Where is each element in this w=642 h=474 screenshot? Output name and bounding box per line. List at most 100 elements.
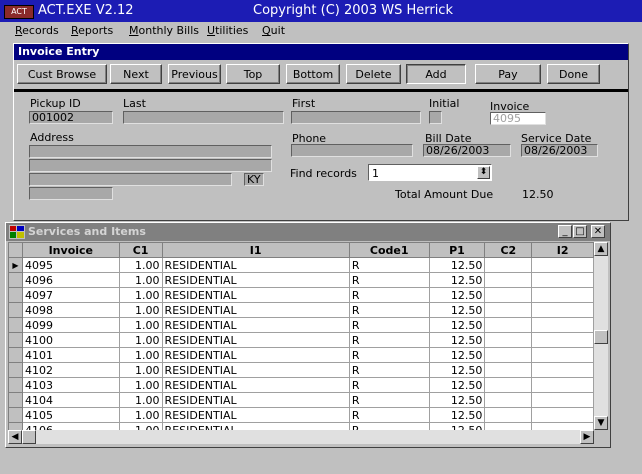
cell-code1[interactable]: R (348, 272, 430, 288)
row-selector[interactable] (8, 332, 23, 348)
table-row[interactable]: ▶ 4095 1.00 RESIDENTIAL R 12.50 (8, 257, 594, 273)
cell-i1[interactable]: RESIDENTIAL (161, 347, 350, 363)
cell-code1[interactable]: R (348, 377, 430, 393)
cell-c1[interactable]: 1.00 (118, 377, 163, 393)
close-icon[interactable]: ✕ (591, 225, 605, 238)
cell-i1[interactable]: RESIDENTIAL (161, 332, 350, 348)
cell-i2[interactable] (531, 407, 594, 423)
column-header-c1[interactable]: C1 (118, 242, 163, 258)
table-row[interactable]: 4103 1.00 RESIDENTIAL R 12.50 (8, 377, 594, 393)
cell-i2[interactable] (531, 377, 594, 393)
phone-field[interactable] (291, 144, 413, 157)
table-row[interactable]: 4105 1.00 RESIDENTIAL R 12.50 (8, 407, 594, 423)
services-grid[interactable]: Invoice C1 I1 Code1 P1 C2 I2 ▶ 4095 1.00 RE… (8, 242, 594, 430)
horizontal-scrollbar[interactable]: ◀ ▶ (8, 430, 594, 444)
top-button[interactable]: Top (226, 64, 280, 84)
cell-code1[interactable]: R (348, 362, 430, 378)
row-selector[interactable] (8, 302, 23, 318)
cell-i1[interactable]: RESIDENTIAL (161, 317, 350, 333)
cell-code1[interactable]: R (348, 332, 430, 348)
cell-code1[interactable]: R (348, 287, 430, 303)
cell-invoice[interactable]: 4103 (21, 377, 120, 393)
add-button[interactable]: Add (406, 64, 466, 84)
column-header-code1[interactable]: Code1 (348, 242, 430, 258)
cell-c1[interactable]: 1.00 (118, 287, 163, 303)
previous-button[interactable]: Previous (168, 64, 221, 84)
table-row[interactable]: 4106 1.00 RESIDENTIAL R 12.50 (8, 422, 594, 430)
cell-invoice[interactable]: 4099 (21, 317, 120, 333)
cell-p1[interactable]: 12.50 (428, 317, 486, 333)
cell-c2[interactable] (484, 332, 533, 348)
column-header-p1[interactable]: P1 (428, 242, 486, 258)
cell-p1[interactable]: 12.50 (428, 422, 486, 430)
column-header-invoice[interactable]: Invoice (21, 242, 120, 258)
cell-c2[interactable] (484, 317, 533, 333)
cell-invoice[interactable]: 4105 (21, 407, 120, 423)
menu-reports[interactable]: Reports (71, 24, 113, 37)
service-date-field[interactable]: 08/26/2003 (521, 144, 598, 157)
cell-i1[interactable]: RESIDENTIAL (161, 377, 350, 393)
cell-i2[interactable] (531, 392, 594, 408)
cell-i1[interactable]: RESIDENTIAL (161, 422, 350, 430)
cell-invoice[interactable]: 4095 (21, 257, 120, 273)
cell-c2[interactable] (484, 257, 533, 273)
table-row[interactable]: 4104 1.00 RESIDENTIAL R 12.50 (8, 392, 594, 408)
cell-i2[interactable] (531, 272, 594, 288)
invoice-number-field[interactable]: 4095 (490, 112, 546, 125)
current-row-pointer-icon[interactable]: ▶ (8, 257, 23, 273)
cell-p1[interactable]: 12.50 (428, 272, 486, 288)
bill-date-field[interactable]: 08/26/2003 (423, 144, 511, 157)
address-line-1-field[interactable] (29, 145, 272, 158)
menu-quit[interactable]: Quit (262, 24, 285, 37)
zip-field[interactable] (29, 187, 113, 200)
find-records-dropdown[interactable]: 1 ⬍ (368, 164, 492, 181)
table-row[interactable]: 4098 1.00 RESIDENTIAL R 12.50 (8, 302, 594, 318)
row-selector[interactable] (8, 422, 23, 430)
table-row[interactable]: 4101 1.00 RESIDENTIAL R 12.50 (8, 347, 594, 363)
column-header-c2[interactable]: C2 (484, 242, 533, 258)
row-selector[interactable] (8, 272, 23, 288)
cell-i1[interactable]: RESIDENTIAL (161, 272, 350, 288)
cell-invoice[interactable]: 4100 (21, 332, 120, 348)
cell-invoice[interactable]: 4097 (21, 287, 120, 303)
cell-c1[interactable]: 1.00 (118, 407, 163, 423)
cell-c1[interactable]: 1.00 (118, 422, 163, 430)
cell-i2[interactable] (531, 287, 594, 303)
row-selector[interactable] (8, 392, 23, 408)
cell-p1[interactable]: 12.50 (428, 302, 486, 318)
cell-invoice[interactable]: 4098 (21, 302, 120, 318)
cell-c1[interactable]: 1.00 (118, 302, 163, 318)
cell-i2[interactable] (531, 332, 594, 348)
cell-c2[interactable] (484, 347, 533, 363)
cell-i2[interactable] (531, 362, 594, 378)
scroll-right-icon[interactable]: ▶ (580, 430, 594, 444)
dropdown-arrow-icon[interactable]: ⬍ (477, 166, 490, 179)
maximize-icon[interactable]: □ (573, 225, 587, 238)
cell-code1[interactable]: R (348, 317, 430, 333)
menu-utilities[interactable]: Utilities (207, 24, 248, 37)
horizontal-scroll-thumb[interactable] (22, 430, 36, 444)
cell-code1[interactable]: R (348, 347, 430, 363)
cell-i2[interactable] (531, 317, 594, 333)
cell-c1[interactable]: 1.00 (118, 272, 163, 288)
scroll-down-icon[interactable]: ▼ (594, 416, 608, 430)
cell-c2[interactable] (484, 272, 533, 288)
cell-c1[interactable]: 1.00 (118, 257, 163, 273)
pay-button[interactable]: Pay (475, 64, 541, 84)
first-name-field[interactable] (291, 111, 421, 124)
cell-invoice[interactable]: 4102 (21, 362, 120, 378)
cell-i1[interactable]: RESIDENTIAL (161, 392, 350, 408)
cell-c2[interactable] (484, 392, 533, 408)
row-selector[interactable] (8, 287, 23, 303)
cell-i1[interactable]: RESIDENTIAL (161, 407, 350, 423)
cell-code1[interactable]: R (348, 392, 430, 408)
cell-c1[interactable]: 1.00 (118, 317, 163, 333)
done-button[interactable]: Done (547, 64, 600, 84)
row-selector[interactable] (8, 347, 23, 363)
cell-invoice[interactable]: 4104 (21, 392, 120, 408)
cell-invoice[interactable]: 4101 (21, 347, 120, 363)
cell-c1[interactable]: 1.00 (118, 332, 163, 348)
cell-c2[interactable] (484, 302, 533, 318)
cell-i2[interactable] (531, 347, 594, 363)
table-row[interactable]: 4102 1.00 RESIDENTIAL R 12.50 (8, 362, 594, 378)
